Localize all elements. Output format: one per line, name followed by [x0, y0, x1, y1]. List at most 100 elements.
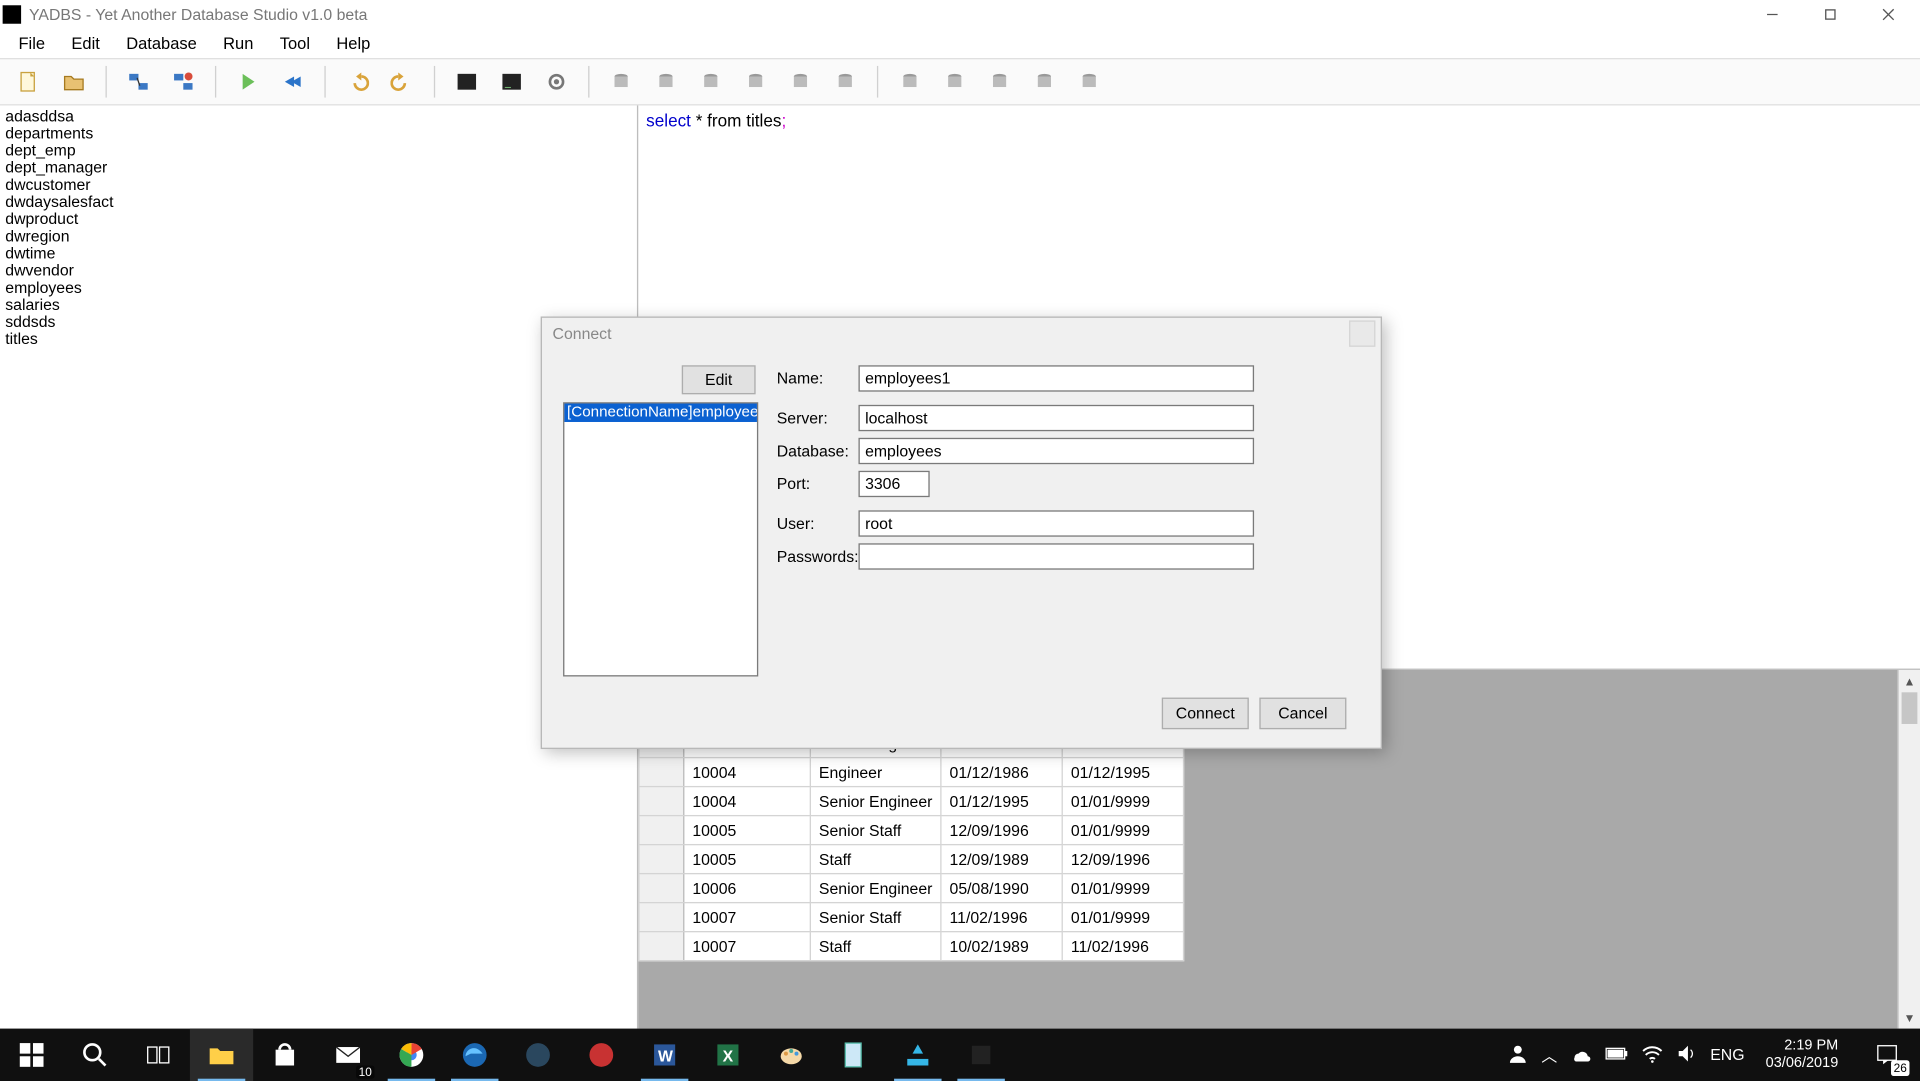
table-item[interactable]: dwcustomer [3, 177, 635, 194]
yadbs-taskbar[interactable] [949, 1029, 1012, 1081]
steam-taskbar[interactable] [506, 1029, 569, 1081]
connect-button[interactable] [120, 63, 157, 100]
mail-taskbar[interactable]: 10 [316, 1029, 379, 1081]
table-item[interactable]: titles [3, 331, 635, 348]
connect-button[interactable]: Connect [1162, 698, 1249, 730]
minimize-button[interactable] [1743, 0, 1801, 29]
database-label: Database: [777, 442, 859, 460]
db-tool-4[interactable] [737, 63, 774, 100]
close-button[interactable] [1859, 0, 1917, 29]
download-taskbar[interactable] [886, 1029, 949, 1081]
sql-punct: ; [781, 111, 786, 131]
start-button[interactable] [0, 1029, 63, 1081]
run-button[interactable] [229, 63, 266, 100]
language-indicator[interactable]: ENG [1710, 1046, 1744, 1064]
chrome-taskbar[interactable] [380, 1029, 443, 1081]
db-tool-3[interactable] [692, 63, 729, 100]
dialog-close-button[interactable] [1349, 320, 1375, 346]
new-file-button[interactable] [11, 63, 48, 100]
db-tool-6[interactable] [827, 63, 864, 100]
table-row[interactable]: 10004Senior Engineer01/12/199501/01/9999 [639, 787, 1184, 816]
user-input[interactable] [858, 510, 1254, 536]
terminal-button[interactable]: _ [493, 63, 530, 100]
menu-help[interactable]: Help [323, 32, 383, 56]
clock[interactable]: 2:19 PM 03/06/2019 [1758, 1038, 1846, 1072]
table-row[interactable]: 10007Senior Staff11/02/199601/01/9999 [639, 903, 1184, 932]
table-row[interactable]: 10004Engineer01/12/198601/12/1995 [639, 758, 1184, 787]
menu-run[interactable]: Run [210, 32, 267, 56]
database-input[interactable] [858, 438, 1254, 464]
connection-item[interactable]: [ConnectionName]employees1 [564, 404, 757, 422]
db-tool-10[interactable] [1026, 63, 1063, 100]
wifi-icon[interactable] [1642, 1042, 1663, 1067]
search-button[interactable] [63, 1029, 126, 1081]
table-item[interactable]: dept_emp [3, 142, 635, 159]
edge-taskbar[interactable] [443, 1029, 506, 1081]
db-tool-9[interactable] [981, 63, 1018, 100]
svg-text:X: X [723, 1049, 734, 1066]
connection-list[interactable]: [ConnectionName]employees1 [563, 402, 758, 676]
table-item[interactable]: dwtime [3, 245, 635, 262]
table-item[interactable]: dwdaysalesfact [3, 194, 635, 211]
console-button[interactable] [448, 63, 485, 100]
maximize-button[interactable] [1801, 0, 1859, 29]
table-item[interactable]: salaries [3, 297, 635, 314]
scroll-thumb[interactable] [1902, 692, 1918, 724]
db-tool-11[interactable] [1071, 63, 1108, 100]
notepad-taskbar[interactable] [823, 1029, 886, 1081]
db-tool-8[interactable] [936, 63, 973, 100]
user-label: User: [777, 514, 859, 532]
people-icon[interactable] [1507, 1042, 1528, 1067]
db-tool-5[interactable] [782, 63, 819, 100]
table-item[interactable]: sddsds [3, 314, 635, 331]
undo-button[interactable] [339, 63, 376, 100]
edit-button[interactable]: Edit [682, 365, 756, 394]
menu-database[interactable]: Database [113, 32, 210, 56]
settings-button[interactable] [538, 63, 575, 100]
table-item[interactable]: dwvendor [3, 262, 635, 279]
table-item[interactable]: dwproduct [3, 211, 635, 228]
onedrive-icon[interactable] [1570, 1042, 1591, 1067]
file-explorer-taskbar[interactable] [190, 1029, 253, 1081]
table-item[interactable]: dwregion [3, 228, 635, 245]
task-view-button[interactable] [127, 1029, 190, 1081]
password-input[interactable] [858, 543, 1254, 569]
menu-file[interactable]: File [5, 32, 58, 56]
db-tool-7[interactable] [891, 63, 928, 100]
table-item[interactable]: dept_manager [3, 160, 635, 177]
word-taskbar[interactable]: W [633, 1029, 696, 1081]
cancel-button[interactable]: Cancel [1259, 698, 1346, 730]
redo-button[interactable] [384, 63, 421, 100]
excel-taskbar[interactable]: X [696, 1029, 759, 1081]
table-row[interactable]: 10005Senior Staff12/09/199601/01/9999 [639, 816, 1184, 845]
app-icon [3, 5, 21, 23]
db-tool-2[interactable] [647, 63, 684, 100]
notifications-button[interactable]: 26 [1859, 1029, 1914, 1081]
battery-icon[interactable] [1605, 1045, 1629, 1065]
open-file-button[interactable] [55, 63, 92, 100]
continue-button[interactable] [274, 63, 311, 100]
table-item[interactable]: adasddsa [3, 108, 635, 125]
sql-text: * from titles [691, 111, 781, 131]
db-tool-1[interactable] [603, 63, 640, 100]
port-input[interactable] [858, 471, 929, 497]
table-item[interactable]: departments [3, 125, 635, 142]
results-scrollbar[interactable]: ▲ ▼ [1898, 670, 1920, 1029]
sql-keyword: select [646, 111, 691, 131]
table-row[interactable]: 10007Staff10/02/198911/02/1996 [639, 932, 1184, 961]
table-item[interactable]: employees [3, 280, 635, 297]
tray-chevron-icon[interactable]: ︿ [1541, 1044, 1557, 1066]
name-input[interactable] [858, 365, 1254, 391]
app-red-taskbar[interactable] [570, 1029, 633, 1081]
menu-edit[interactable]: Edit [58, 32, 113, 56]
server-input[interactable] [858, 405, 1254, 431]
volume-icon[interactable] [1676, 1042, 1697, 1067]
table-row[interactable]: 10006Senior Engineer05/08/199001/01/9999 [639, 874, 1184, 903]
scroll-up-icon[interactable]: ▲ [1899, 670, 1920, 692]
menu-tool[interactable]: Tool [267, 32, 324, 56]
table-row[interactable]: 10005Staff12/09/198912/09/1996 [639, 845, 1184, 874]
paint-taskbar[interactable] [760, 1029, 823, 1081]
scroll-down-icon[interactable]: ▼ [1899, 1006, 1920, 1028]
store-taskbar[interactable] [253, 1029, 316, 1081]
disconnect-button[interactable] [165, 63, 202, 100]
